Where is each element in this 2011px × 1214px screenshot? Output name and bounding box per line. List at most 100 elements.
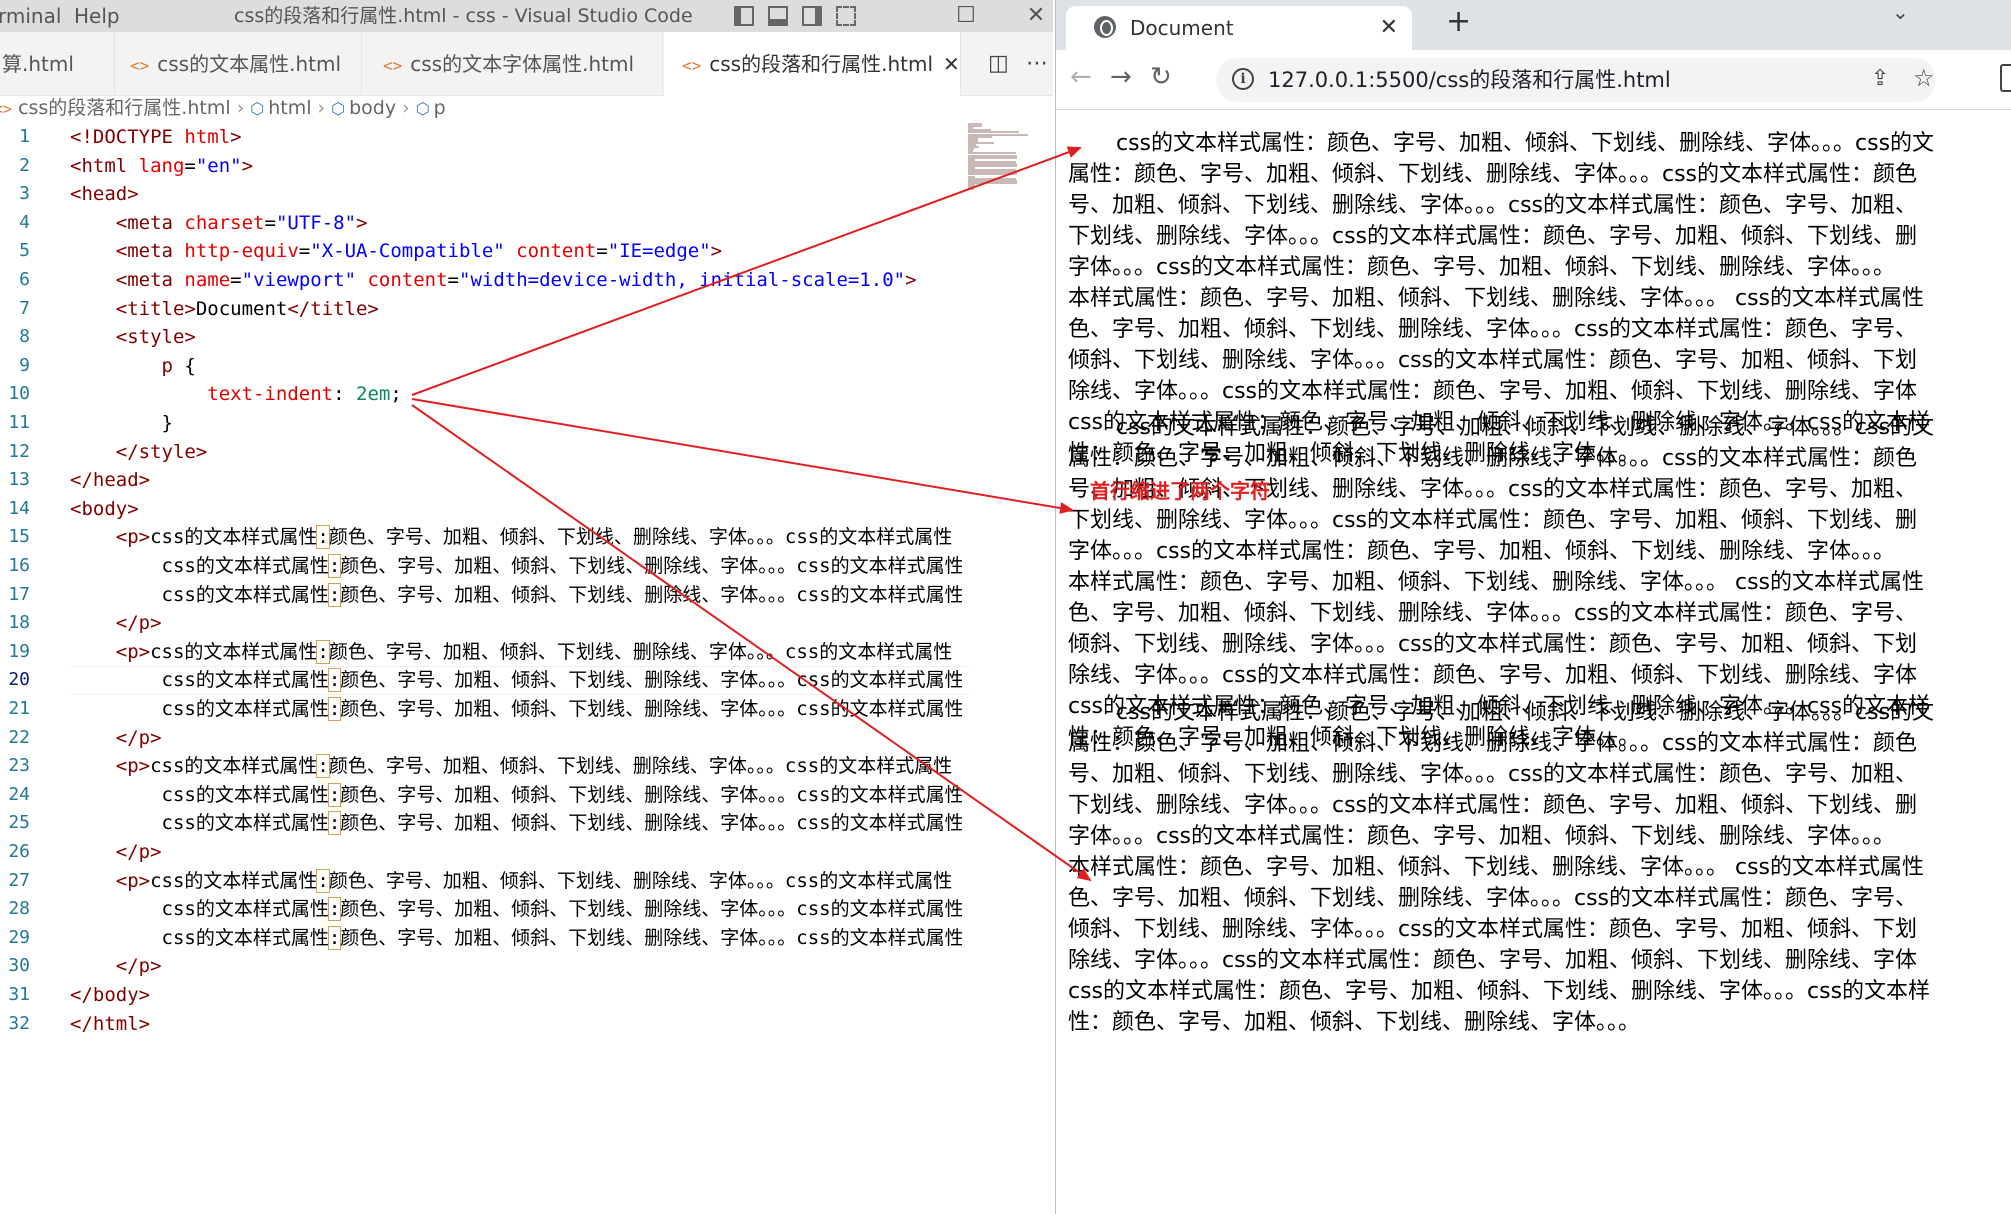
code-line[interactable]: 25 css的文本样式属性:颜色、字号、加粗、倾斜、下划线、删除线、字体。。。c… (0, 809, 962, 838)
paragraph-line: 倾斜、下划线、删除线、字体。。。css的文本样式属性：颜色、字号、加粗、倾斜、下… (1068, 917, 1918, 942)
code-line[interactable]: 4 <meta charset="UTF-8"> (0, 209, 962, 238)
code-line[interactable]: 3 <head> (0, 180, 962, 209)
code-token: </title> (287, 297, 379, 320)
code-line[interactable]: 17 css的文本样式属性:颜色、字号、加粗、倾斜、下划线、删除线、字体。。。c… (0, 581, 962, 610)
breadcrumb-file[interactable]: css的段落和行属性.html (18, 97, 231, 119)
more-actions-icon[interactable]: ⋯ (1026, 32, 1048, 96)
code-text: </p> (70, 838, 162, 867)
paragraph-line: css的文本样式属性：颜色、字号、加粗、倾斜、下划线、删除线、字体。。。css的… (1116, 415, 1935, 440)
code-line[interactable]: 10 text-indent: 2em; (0, 380, 962, 409)
side-panel-icon[interactable] (2000, 64, 2011, 92)
code-line[interactable]: 26 </p> (0, 838, 962, 867)
minimap-line (968, 181, 1017, 184)
breadcrumb-p[interactable]: p (434, 97, 446, 119)
breadcrumb-html[interactable]: html (268, 97, 311, 119)
code-editor[interactable]: 1 <!DOCTYPE html> 2 <html lang="en"> 3 <head>… (0, 123, 970, 1214)
code-line[interactable]: 11 } (0, 409, 962, 438)
menu-help[interactable]: Help (74, 0, 120, 32)
code-token: = (298, 240, 311, 263)
address-bar[interactable]: i 127.0.0.1:5500/css的段落和行属性.html ⇪ ☆ (1216, 58, 1936, 102)
forward-arrow-icon[interactable]: → (1110, 62, 1132, 92)
browser-tab[interactable]: Document ✕ (1066, 6, 1412, 50)
code-line[interactable]: 1 <!DOCTYPE html> (0, 123, 962, 152)
code-token: <meta (115, 240, 185, 263)
editor-tab-bar: 算.html <> css的文本属性.html <> css的文本字体属性.html… (0, 32, 1053, 96)
customize-layout-icon[interactable] (836, 6, 856, 26)
tab-css-text[interactable]: <> css的文本属性.html (116, 32, 362, 96)
code-line[interactable]: 27 <p>css的文本样式属性:颜色、字号、加粗、倾斜、下划线、删除线、字体。… (0, 867, 962, 896)
code-line[interactable]: 13 </head> (0, 466, 962, 495)
code-line[interactable]: 6 <meta name="viewport" content="width=d… (0, 266, 962, 295)
reload-icon[interactable]: ↻ (1150, 62, 1172, 92)
code-token: > (710, 240, 723, 263)
line-number: 6 (19, 269, 30, 290)
toggle-sidebar-icon[interactable] (734, 6, 754, 26)
code-line[interactable]: 12 </style> (0, 438, 962, 467)
code-line[interactable]: 8 <style> (0, 323, 962, 352)
paragraph-line: 性：颜色、字号、加粗、倾斜、下划线、删除线、字体。。。 (1068, 1010, 1641, 1035)
code-line[interactable]: 5 <meta http-equiv="X-UA-Compatible" con… (0, 237, 962, 266)
back-arrow-icon[interactable]: ← (1070, 62, 1092, 92)
paragraph-line: 倾斜、下划线、删除线、字体。。。css的文本样式属性：颜色、字号、加粗、倾斜、下… (1068, 348, 1918, 373)
new-tab-icon[interactable]: + (1446, 4, 1471, 39)
url-text[interactable]: 127.0.0.1:5500/css的段落和行属性.html (1268, 58, 1671, 102)
html-file-icon: <> (130, 56, 150, 75)
close-tab-icon[interactable]: ✕ (943, 52, 960, 76)
maximize-icon[interactable]: ☐ (946, 0, 986, 32)
line-number: 3 (19, 183, 30, 205)
minimap-line (968, 188, 975, 191)
code-token: { (172, 354, 196, 377)
code-token: <p> (115, 526, 151, 549)
code-line[interactable]: 30 </p> (0, 952, 962, 981)
close-window-icon[interactable]: ✕ (1016, 0, 1053, 32)
paragraph: css的文本样式属性：颜色、字号、加粗、倾斜、下划线、删除线、字体。。。css的… (1068, 697, 2011, 1038)
site-info-icon[interactable]: i (1232, 68, 1254, 90)
tab-css-paragraph[interactable]: <> css的段落和行属性.html ✕ (664, 32, 961, 96)
code-line[interactable]: 9 p { (0, 352, 962, 381)
code-line[interactable]: 16 css的文本样式属性:颜色、字号、加粗、倾斜、下划线、删除线、字体。。。c… (0, 552, 962, 581)
code-line[interactable]: 32 </html> (0, 1010, 962, 1039)
vscode-titlebar: rminal Help css的段落和行属性.html - css - Visu… (0, 0, 1053, 32)
code-token: <meta (115, 269, 185, 291)
code-line[interactable]: 15 <p>css的文本样式属性:颜色、字号、加粗、倾斜、下划线、删除线、字体。… (0, 523, 962, 552)
code-token: <!DOCTYPE (70, 126, 185, 148)
code-token: 颜色、字号、加粗、倾斜、下划线、删除线、字体。。。css的文本样式属性 (328, 755, 953, 778)
code-line[interactable]: 18 </p> (0, 609, 962, 638)
breadcrumb-body[interactable]: body (349, 97, 396, 119)
chevron-right-icon: › (402, 97, 410, 119)
code-line[interactable]: 31 </body> (0, 981, 962, 1010)
code-token: = (447, 269, 459, 291)
menu-terminal[interactable]: rminal (0, 0, 61, 32)
code-line[interactable]: 29 css的文本样式属性:颜色、字号、加粗、倾斜、下划线、删除线、字体。。。c… (0, 924, 962, 953)
code-line[interactable]: 7 <title>Document</title> (0, 295, 962, 324)
code-line[interactable]: 23 <p>css的文本样式属性:颜色、字号、加粗、倾斜、下划线、删除线、字体。… (0, 752, 962, 781)
code-text: } (70, 409, 173, 438)
toggle-secondary-sidebar-icon[interactable] (802, 6, 822, 26)
tab-label: 算.html (2, 52, 74, 76)
code-line[interactable]: 2 <html lang="en"> (0, 152, 962, 181)
tab-css-font[interactable]: <> css的文本字体属性.html (363, 32, 663, 96)
code-text: <body> (70, 495, 139, 524)
tab-calc[interactable]: 算.html (0, 32, 115, 96)
bookmark-star-icon[interactable]: ☆ (1913, 64, 1935, 92)
split-editor-icon[interactable]: ◫ (988, 32, 1009, 96)
code-line[interactable]: 19 <p>css的文本样式属性:颜色、字号、加粗、倾斜、下划线、删除线、字体。… (0, 638, 962, 667)
tab-search-chevron-icon[interactable]: ⌄ (1892, 0, 1909, 24)
code-line[interactable]: 14 <body> (0, 495, 962, 524)
code-line[interactable]: 21 css的文本样式属性:颜色、字号、加粗、倾斜、下划线、删除线、字体。。。c… (0, 695, 962, 724)
share-icon[interactable]: ⇪ (1871, 66, 1889, 91)
code-text: css的文本样式属性:颜色、字号、加粗、倾斜、下划线、删除线、字体。。。css的… (70, 809, 962, 838)
toggle-panel-icon[interactable] (768, 6, 788, 26)
paragraph-line: 下划线、删除线、字体。。。css的文本样式属性：颜色、字号、加粗、倾斜、下划线、… (1068, 508, 1918, 533)
code-line[interactable]: 22 </p> (0, 724, 962, 753)
paragraph-line: 号、加粗、倾斜、下划线、删除线、字体。。。css的文本样式属性：颜色、字号、加粗… (1068, 762, 1918, 787)
code-line[interactable]: 24 css的文本样式属性:颜色、字号、加粗、倾斜、下划线、删除线、字体。。。c… (0, 781, 962, 810)
code-text: <meta charset="UTF-8"> (70, 209, 368, 238)
code-token: css的文本样式属性 (70, 812, 329, 835)
line-number: 26 (8, 841, 30, 862)
minimap[interactable] (968, 123, 1053, 193)
close-tab-icon[interactable]: ✕ (1380, 6, 1398, 50)
code-line[interactable]: 28 css的文本样式属性:颜色、字号、加粗、倾斜、下划线、删除线、字体。。。c… (0, 895, 962, 924)
code-line[interactable]: 20 css的文本样式属性:颜色、字号、加粗、倾斜、下划线、删除线、字体。。。c… (0, 666, 962, 695)
line-number: 17 (8, 583, 30, 605)
